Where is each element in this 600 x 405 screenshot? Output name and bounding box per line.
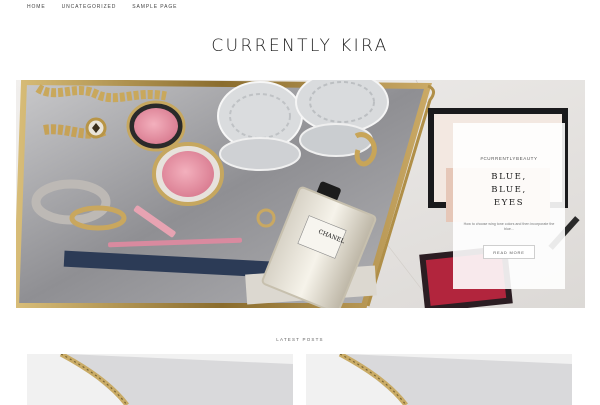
read-more-button[interactable]: READ MORE — [483, 245, 535, 259]
post-thumbnail-2[interactable] — [306, 354, 572, 405]
top-nav: Home Uncategorized Sample Page — [27, 4, 177, 10]
featured-post-card: #CURRENTLYBEAUTY BLUE, BLUE, EYES How to… — [453, 123, 565, 289]
post-thumbnail-image — [306, 354, 572, 405]
latest-posts-heading: LATEST POSTS — [276, 337, 324, 342]
featured-post-tag[interactable]: #CURRENTLYBEAUTY — [453, 156, 565, 161]
post-thumbnail-image — [27, 354, 293, 405]
featured-post-excerpt: How to choose wing tone colors and then … — [463, 222, 555, 231]
site-title[interactable]: CURRENTLY KIRA — [0, 36, 600, 56]
featured-post-title[interactable]: BLUE, BLUE, EYES — [453, 171, 565, 210]
nav-item-uncategorized[interactable]: Uncategorized — [62, 4, 117, 10]
nav-item-home[interactable]: Home — [27, 4, 46, 10]
post-thumbnail-1[interactable] — [27, 354, 293, 405]
nav-item-sample-page[interactable]: Sample Page — [132, 4, 177, 10]
